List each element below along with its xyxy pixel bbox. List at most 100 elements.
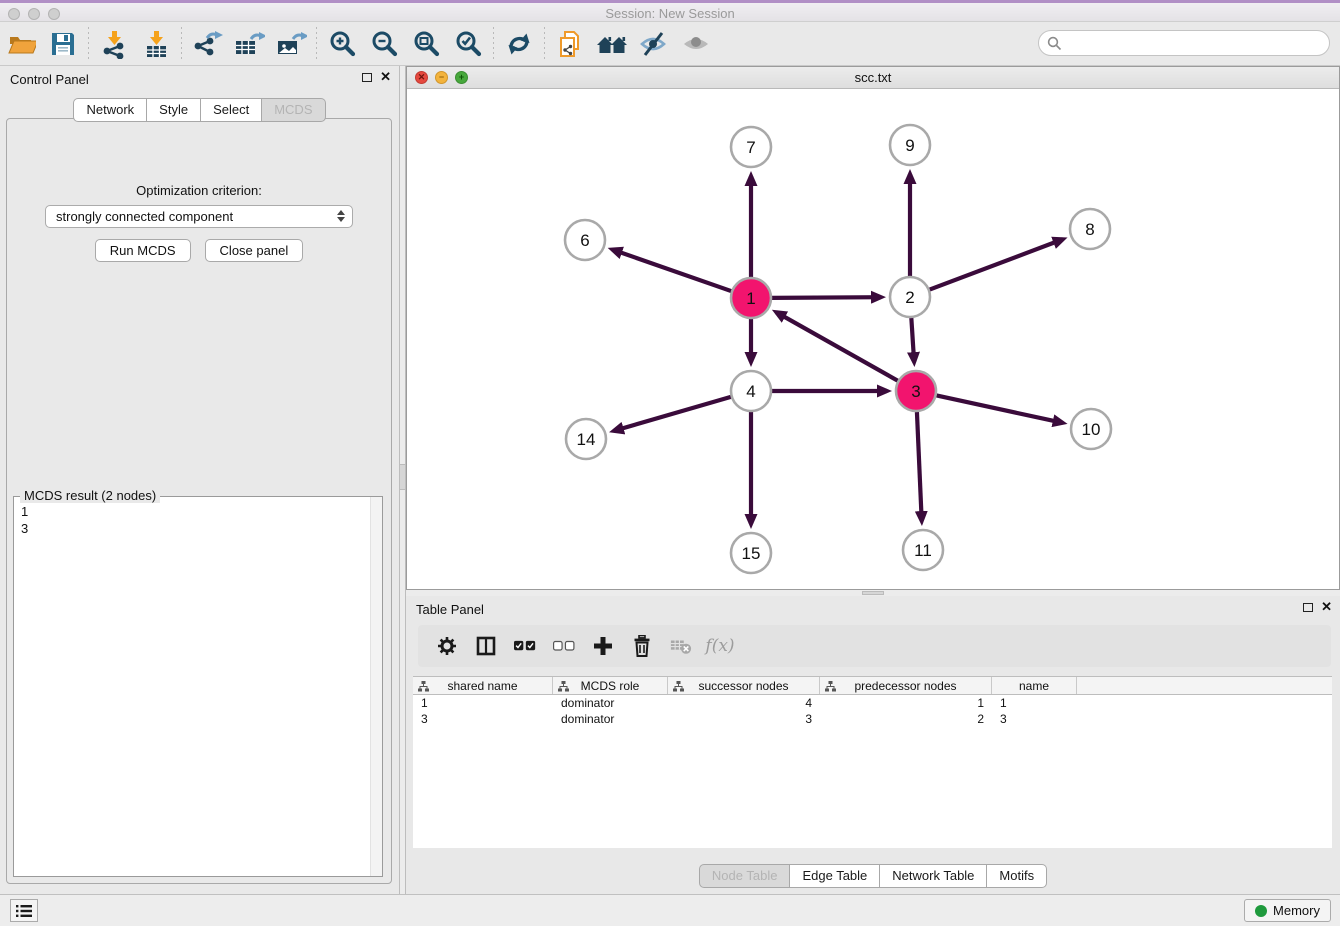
graph-node-7[interactable]: 7 bbox=[731, 127, 771, 167]
graph-node-9[interactable]: 9 bbox=[890, 125, 930, 165]
save-session-icon[interactable] bbox=[42, 26, 84, 62]
table-panel: Table Panel ✕ bbox=[406, 596, 1340, 894]
graph-node-label: 8 bbox=[1085, 220, 1094, 239]
table-cell[interactable]: 3 bbox=[413, 712, 553, 726]
vertical-splitter[interactable] bbox=[399, 66, 406, 894]
graph-node-3[interactable]: 3 bbox=[896, 371, 936, 411]
toolbar-separator bbox=[493, 27, 494, 61]
column-header-name[interactable]: name bbox=[992, 677, 1077, 694]
open-file-icon[interactable] bbox=[0, 26, 42, 62]
graph-node-4[interactable]: 4 bbox=[731, 371, 771, 411]
hide-selected-icon[interactable] bbox=[633, 26, 675, 62]
close-panel-button[interactable]: Close panel bbox=[205, 239, 304, 262]
function-builder-icon[interactable]: f(x) bbox=[709, 636, 731, 656]
table-tabbar: Node Table Edge Table Network Table Moti… bbox=[406, 864, 1340, 888]
select-all-columns-icon[interactable] bbox=[514, 639, 536, 653]
export-image-icon[interactable] bbox=[270, 26, 312, 62]
graph-edge-2-3[interactable] bbox=[911, 318, 914, 362]
graph-node-14[interactable]: 14 bbox=[566, 419, 606, 459]
run-mcds-button[interactable]: Run MCDS bbox=[95, 239, 191, 262]
gear-icon[interactable] bbox=[436, 636, 458, 656]
refresh-icon[interactable] bbox=[498, 26, 540, 62]
network-canvas[interactable]: 7 9 6 8 1 2 4 3 14 10 15 11 bbox=[407, 89, 1339, 589]
zoom-in-icon[interactable] bbox=[321, 26, 363, 62]
tab-motifs[interactable]: Motifs bbox=[987, 864, 1047, 888]
graph-node-15[interactable]: 15 bbox=[731, 533, 771, 573]
graph-node-10[interactable]: 10 bbox=[1071, 409, 1111, 449]
column-header-mcds-role[interactable]: MCDS role bbox=[553, 677, 668, 694]
result-scrollbar[interactable] bbox=[370, 497, 382, 876]
home-icon[interactable] bbox=[591, 26, 633, 62]
table-cell[interactable]: 1 bbox=[413, 696, 553, 710]
table-cell[interactable]: dominator bbox=[553, 696, 668, 710]
copy-style-icon[interactable] bbox=[549, 26, 591, 62]
float-panel-icon[interactable] bbox=[362, 73, 372, 82]
graph-edge-1-2[interactable] bbox=[772, 297, 881, 298]
memory-label: Memory bbox=[1273, 903, 1320, 918]
tab-node-table[interactable]: Node Table bbox=[699, 864, 791, 888]
add-column-icon[interactable] bbox=[592, 636, 614, 656]
graph-node-label: 14 bbox=[577, 430, 596, 449]
float-panel-icon[interactable] bbox=[1303, 603, 1313, 612]
search-input[interactable] bbox=[1062, 33, 1329, 53]
graph-node-1[interactable]: 1 bbox=[731, 278, 771, 318]
table-cell[interactable]: 3 bbox=[992, 712, 1077, 726]
mcds-result-list[interactable]: 13 bbox=[14, 499, 370, 876]
graph-edge-3-11[interactable] bbox=[917, 412, 922, 521]
table-cell[interactable]: 4 bbox=[668, 696, 820, 710]
import-table-icon[interactable] bbox=[135, 26, 177, 62]
graph-edge-1-6[interactable] bbox=[612, 250, 731, 292]
titlebar: Session: New Session bbox=[0, 0, 1340, 22]
column-type-icon bbox=[418, 681, 429, 692]
network-graph: 7 9 6 8 1 2 4 3 14 10 15 11 bbox=[407, 89, 1339, 589]
graph-edge-2-8[interactable] bbox=[930, 239, 1063, 289]
tab-style[interactable]: Style bbox=[147, 98, 201, 122]
deselect-all-columns-icon[interactable] bbox=[553, 639, 575, 653]
import-network-icon[interactable] bbox=[93, 26, 135, 62]
graph-node-11[interactable]: 11 bbox=[903, 530, 943, 570]
tab-edge-table[interactable]: Edge Table bbox=[790, 864, 880, 888]
table-cell[interactable]: 2 bbox=[820, 712, 992, 726]
export-table-icon[interactable] bbox=[228, 26, 270, 62]
graph-edge-3-1[interactable] bbox=[776, 312, 897, 380]
graph-node-2[interactable]: 2 bbox=[890, 277, 930, 317]
graph-edge-4-14[interactable] bbox=[614, 397, 731, 431]
tab-network-table[interactable]: Network Table bbox=[880, 864, 987, 888]
optimization-criterion-select[interactable]: strongly connected component bbox=[45, 205, 353, 228]
close-panel-icon[interactable]: ✕ bbox=[380, 72, 391, 82]
table-cell[interactable]: dominator bbox=[553, 712, 668, 726]
graph-node-8[interactable]: 8 bbox=[1070, 209, 1110, 249]
table-body: 1dominator4113dominator323 bbox=[413, 695, 1332, 727]
zoom-selected-icon[interactable] bbox=[447, 26, 489, 62]
table-row[interactable]: 1dominator411 bbox=[413, 695, 1332, 711]
show-all-icon[interactable] bbox=[675, 26, 717, 62]
table-row[interactable]: 3dominator323 bbox=[413, 711, 1332, 727]
close-panel-icon[interactable]: ✕ bbox=[1321, 602, 1332, 612]
splitter-grip[interactable] bbox=[862, 591, 884, 595]
column-header-predecessor-nodes[interactable]: predecessor nodes bbox=[820, 677, 992, 694]
tab-mcds[interactable]: MCDS bbox=[262, 98, 325, 122]
memory-button[interactable]: Memory bbox=[1244, 899, 1331, 922]
mcds-tab-content: Optimization criterion: strongly connect… bbox=[6, 118, 392, 884]
zoom-fit-icon[interactable] bbox=[405, 26, 447, 62]
graph-node-6[interactable]: 6 bbox=[565, 220, 605, 260]
delete-table-icon[interactable] bbox=[670, 636, 692, 656]
node-table: shared name MCDS role successor nodes pr… bbox=[413, 676, 1332, 848]
table-panel-header: Table Panel ✕ bbox=[406, 596, 1340, 622]
tab-select[interactable]: Select bbox=[201, 98, 262, 122]
export-network-icon[interactable] bbox=[186, 26, 228, 62]
table-cell[interactable]: 3 bbox=[668, 712, 820, 726]
delete-column-icon[interactable] bbox=[631, 635, 653, 657]
task-history-button[interactable] bbox=[10, 899, 38, 922]
tab-network[interactable]: Network bbox=[73, 98, 147, 122]
split-columns-icon[interactable] bbox=[475, 636, 497, 656]
zoom-out-icon[interactable] bbox=[363, 26, 405, 62]
search-icon bbox=[1047, 36, 1062, 51]
graph-edge-3-10[interactable] bbox=[937, 395, 1063, 422]
table-cell[interactable]: 1 bbox=[992, 696, 1077, 710]
table-cell[interactable]: 1 bbox=[820, 696, 992, 710]
splitter-grip[interactable] bbox=[400, 464, 405, 490]
column-header-shared-name[interactable]: shared name bbox=[413, 677, 553, 694]
column-header-successor-nodes[interactable]: successor nodes bbox=[668, 677, 820, 694]
search-field[interactable] bbox=[1038, 30, 1330, 56]
